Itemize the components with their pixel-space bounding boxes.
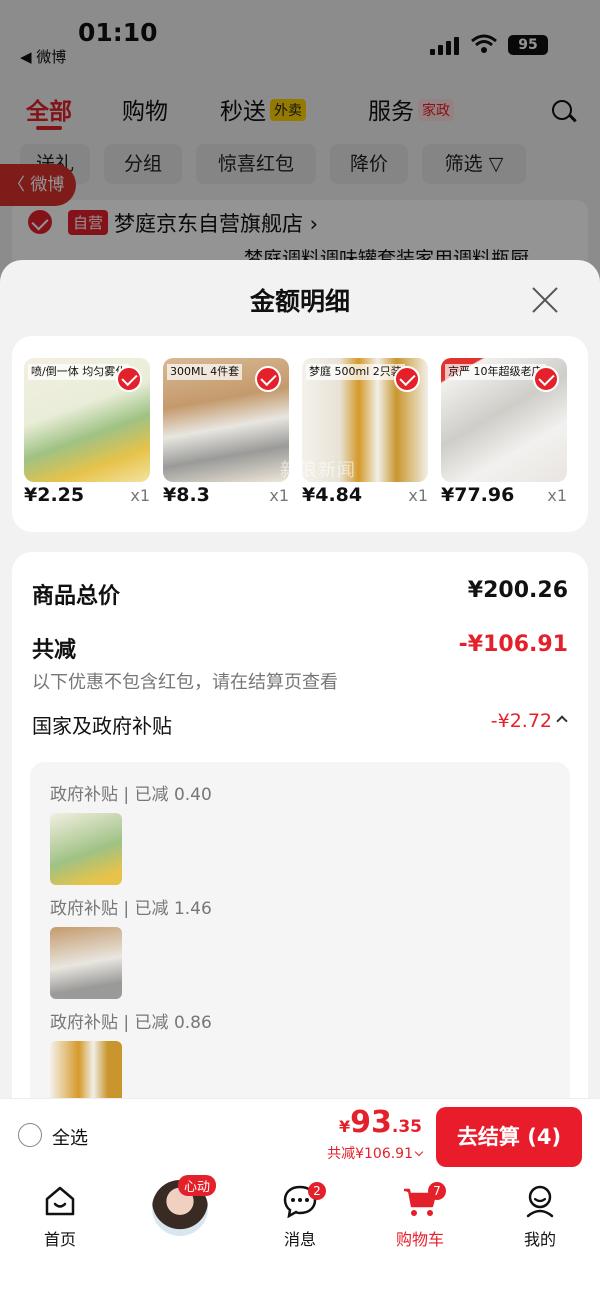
subsidy-item: 政府补贴 | 已减 1.46 <box>50 894 350 999</box>
product-strip: 喷/倒一体 均匀雾化 ¥2.25 x1 300ML 4件套 ¥8.3 x1 梦庭… <box>12 336 588 532</box>
nav-profile-label: 我的 <box>523 1230 556 1249</box>
watermark: 新浪新闻 <box>280 460 356 481</box>
subsidy-item-text: 政府补贴 | 已减 0.40 <box>50 785 212 805</box>
select-all-radio[interactable] <box>18 1123 42 1147</box>
home-icon <box>45 1186 75 1216</box>
subsidy-product-image[interactable] <box>50 813 122 885</box>
product-tag: 喷/倒一体 均匀雾化 <box>28 364 130 380</box>
nav-home[interactable]: 首页 <box>20 1178 100 1249</box>
product-item[interactable]: 300ML 4件套 ¥8.3 x1 <box>163 358 289 506</box>
product-qty: x1 <box>269 486 289 505</box>
final-price-dec: .35 <box>391 1117 422 1137</box>
final-price: ¥93.35 <box>339 1105 422 1140</box>
nav-messages-label: 消息 <box>283 1230 316 1249</box>
nav-cart-label: 购物车 <box>395 1230 444 1249</box>
discount-value: -¥106.91 <box>458 632 568 657</box>
amount-detail-card: 商品总价 ¥200.26 共减 -¥106.91 以下优惠不包含红包，请在结算页… <box>12 552 588 1112</box>
product-check-icon[interactable] <box>533 366 559 392</box>
sheet-title: 金额明细 <box>249 287 350 316</box>
nav-profile[interactable]: 我的 <box>500 1178 580 1249</box>
subsidy-breakdown: 政府补贴 | 已减 0.40 政府补贴 | 已减 1.46 政府补贴 | 已减 … <box>30 762 570 1112</box>
total-discount: 共减¥106.91 <box>327 1146 413 1162</box>
product-qty: x1 <box>130 486 150 505</box>
product-tag: 梦庭 500ml 2只装 <box>306 364 405 380</box>
discount-hint: 以下优惠不包含红包，请在结算页查看 <box>32 672 338 693</box>
product-price: ¥8.3 <box>163 484 210 506</box>
product-item[interactable]: 京严 10年超级老店 ¥77.96 x1 <box>441 358 567 506</box>
subsidy-value: -¥2.72 <box>490 710 552 732</box>
product-image-sprayer: 喷/倒一体 均匀雾化 <box>24 358 150 482</box>
checkout-button[interactable]: 去结算 (4) <box>436 1107 582 1167</box>
total-price-label: 商品总价 <box>32 584 121 609</box>
product-tag: 京严 10年超级老店 <box>445 364 546 380</box>
final-price-currency: ¥ <box>338 1117 351 1136</box>
product-image-jars: 300ML 4件套 <box>163 358 289 482</box>
discount-label: 共减 <box>32 638 77 663</box>
product-item[interactable]: 喷/倒一体 均匀雾化 ¥2.25 x1 <box>24 358 150 506</box>
product-qty: x1 <box>547 486 567 505</box>
subsidy-item-text: 政府补贴 | 已减 1.46 <box>50 899 212 919</box>
product-check-icon[interactable] <box>394 366 420 392</box>
heart-badge: 心动 <box>178 1175 217 1196</box>
final-price-int: 93 <box>350 1105 392 1140</box>
nav-home-label: 首页 <box>43 1230 76 1249</box>
subsidy-product-image[interactable] <box>50 927 122 999</box>
profile-icon <box>526 1185 554 1218</box>
product-check-icon[interactable] <box>255 366 281 392</box>
nav-cart[interactable]: 7 购物车 <box>380 1178 460 1249</box>
product-image-wok: 京严 10年超级老店 <box>441 358 567 482</box>
product-tag: 300ML 4件套 <box>167 364 243 380</box>
nav-messages[interactable]: 2 消息 <box>260 1178 340 1249</box>
chevron-up-icon <box>556 715 568 727</box>
chevron-down-icon <box>414 1147 424 1157</box>
product-price: ¥77.96 <box>441 484 515 506</box>
subsidy-item-text: 政府补贴 | 已减 0.86 <box>50 1013 212 1033</box>
checkout-bar: 全选 ¥93.35 共减¥106.91 去结算 (4) <box>0 1098 600 1172</box>
subsidy-item: 政府补贴 | 已减 0.40 <box>50 780 350 885</box>
message-count-badge: 2 <box>308 1182 326 1200</box>
select-all-label[interactable]: 全选 <box>52 1124 88 1150</box>
bottom-nav: 首页 2 消息 7 购物车 我的 <box>0 1172 600 1300</box>
cart-count-badge: 7 <box>428 1182 446 1200</box>
subsidy-toggle[interactable]: -¥2.72 <box>490 710 568 732</box>
close-icon[interactable] <box>530 284 560 314</box>
product-qty: x1 <box>408 486 428 505</box>
total-discount-toggle[interactable]: 共减¥106.91 <box>327 1143 424 1163</box>
subsidy-item: 政府补贴 | 已减 0.86 <box>50 1008 350 1112</box>
product-check-icon[interactable] <box>116 366 142 392</box>
subsidy-label: 国家及政府补贴 <box>32 714 172 738</box>
product-price: ¥4.84 <box>302 484 363 506</box>
total-price-value: ¥200.26 <box>467 578 568 603</box>
product-price: ¥2.25 <box>24 484 85 506</box>
